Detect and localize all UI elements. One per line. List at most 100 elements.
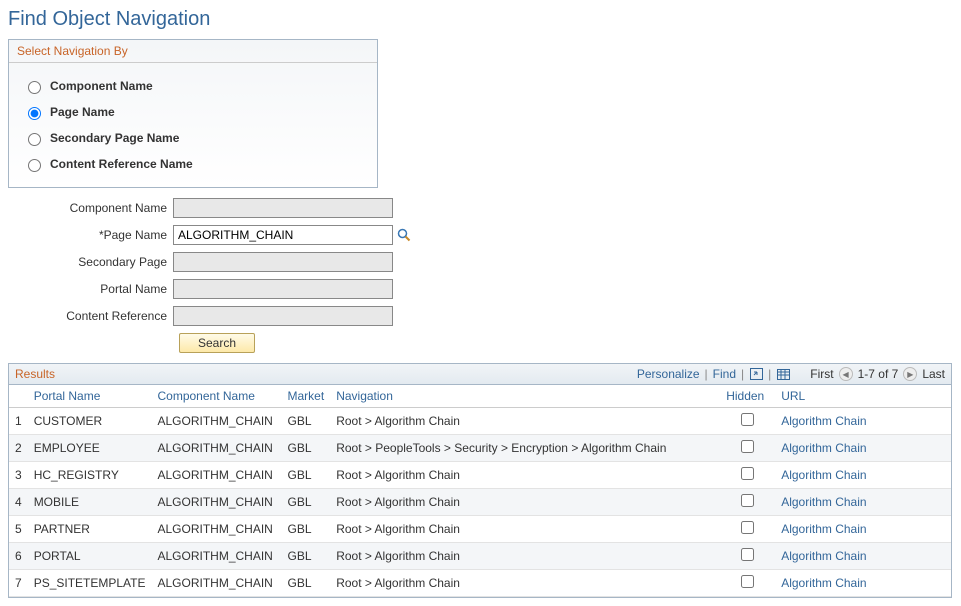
cell-navigation: Root > PeopleTools > Security > Encrypti…: [330, 435, 720, 462]
hidden-checkbox[interactable]: [741, 440, 754, 453]
prev-arrow-icon[interactable]: ◀: [839, 367, 853, 381]
cell-url: Algorithm Chain: [775, 408, 951, 435]
cell-portal: PARTNER: [28, 516, 152, 543]
secondary-page-input[interactable]: [173, 252, 393, 272]
col-navigation-header[interactable]: Navigation: [336, 389, 393, 403]
table-row: 7PS_SITETEMPLATEALGORITHM_CHAINGBLRoot >…: [9, 570, 951, 597]
nav-by-radio-cref[interactable]: [28, 159, 41, 172]
sep: |: [741, 367, 744, 381]
cell-hidden: [720, 489, 775, 516]
col-url-header[interactable]: URL: [781, 389, 805, 403]
cell-hidden: [720, 435, 775, 462]
results-toolbar: Personalize | Find | | First ◀ 1-7 of 7 …: [637, 367, 945, 381]
cell-navigation: Root > Algorithm Chain: [330, 516, 720, 543]
nav-by-label-page: Page Name: [50, 105, 115, 119]
cell-component: ALGORITHM_CHAIN: [152, 516, 282, 543]
cell-component: ALGORITHM_CHAIN: [152, 435, 282, 462]
portal-name-input[interactable]: [173, 279, 393, 299]
hidden-checkbox[interactable]: [741, 467, 754, 480]
cell-portal: CUSTOMER: [28, 408, 152, 435]
cell-navigation: Root > Algorithm Chain: [330, 462, 720, 489]
nav-by-option-cref: Content Reference Name: [23, 151, 363, 177]
row-index: 4: [9, 489, 28, 516]
table-row: 3HC_REGISTRYALGORITHM_CHAINGBLRoot > Alg…: [9, 462, 951, 489]
nav-by-radio-secondary[interactable]: [28, 133, 41, 146]
cell-market: GBL: [282, 435, 331, 462]
nav-by-radio-component[interactable]: [28, 81, 41, 94]
col-hidden-header[interactable]: Hidden: [726, 389, 764, 403]
cell-component: ALGORITHM_CHAIN: [152, 462, 282, 489]
row-index: 7: [9, 570, 28, 597]
hidden-checkbox[interactable]: [741, 494, 754, 507]
personalize-link[interactable]: Personalize: [637, 367, 700, 381]
cell-hidden: [720, 462, 775, 489]
first-link[interactable]: First: [810, 367, 833, 381]
url-link[interactable]: Algorithm Chain: [781, 468, 866, 482]
col-component-header[interactable]: Component Name: [158, 389, 255, 403]
cell-url: Algorithm Chain: [775, 462, 951, 489]
cell-market: GBL: [282, 543, 331, 570]
page-title: Find Object Navigation: [8, 8, 953, 31]
hidden-checkbox[interactable]: [741, 413, 754, 426]
portal-name-label: Portal Name: [8, 282, 173, 296]
next-arrow-icon[interactable]: ▶: [903, 367, 917, 381]
nav-by-option-component: Component Name: [23, 73, 363, 99]
cell-hidden: [720, 543, 775, 570]
url-link[interactable]: Algorithm Chain: [781, 495, 866, 509]
hidden-checkbox[interactable]: [741, 521, 754, 534]
cell-url: Algorithm Chain: [775, 489, 951, 516]
secondary-page-label: Secondary Page: [8, 255, 173, 269]
cell-component: ALGORITHM_CHAIN: [152, 489, 282, 516]
row-index: 5: [9, 516, 28, 543]
nav-by-option-secondary: Secondary Page Name: [23, 125, 363, 151]
cell-component: ALGORITHM_CHAIN: [152, 408, 282, 435]
nav-by-groupbox: Select Navigation By Component Name Page …: [8, 39, 378, 188]
sep: |: [768, 367, 771, 381]
row-index: 6: [9, 543, 28, 570]
url-link[interactable]: Algorithm Chain: [781, 549, 866, 563]
row-index: 1: [9, 408, 28, 435]
cell-hidden: [720, 570, 775, 597]
search-button[interactable]: Search: [179, 333, 255, 353]
content-reference-input[interactable]: [173, 306, 393, 326]
url-link[interactable]: Algorithm Chain: [781, 576, 866, 590]
search-form: Component Name *Page Name Secondary Page…: [8, 198, 953, 353]
nav-by-label-secondary: Secondary Page Name: [50, 131, 179, 145]
nav-by-radio-page[interactable]: [28, 107, 41, 120]
cell-url: Algorithm Chain: [775, 543, 951, 570]
row-index: 2: [9, 435, 28, 462]
cell-navigation: Root > Algorithm Chain: [330, 408, 720, 435]
nav-by-legend: Select Navigation By: [9, 40, 377, 63]
cell-portal: HC_REGISTRY: [28, 462, 152, 489]
cell-navigation: Root > Algorithm Chain: [330, 489, 720, 516]
url-link[interactable]: Algorithm Chain: [781, 522, 866, 536]
table-row: 4MOBILEALGORITHM_CHAINGBLRoot > Algorith…: [9, 489, 951, 516]
cell-component: ALGORITHM_CHAIN: [152, 570, 282, 597]
cell-market: GBL: [282, 462, 331, 489]
col-portal-header[interactable]: Portal Name: [34, 389, 101, 403]
grid-icon[interactable]: [776, 368, 790, 380]
page-name-label: *Page Name: [8, 228, 173, 242]
sep: |: [705, 367, 708, 381]
url-link[interactable]: Algorithm Chain: [781, 441, 866, 455]
range-text: 1-7 of 7: [858, 367, 899, 381]
cell-component: ALGORITHM_CHAIN: [152, 543, 282, 570]
cell-portal: MOBILE: [28, 489, 152, 516]
url-link[interactable]: Algorithm Chain: [781, 414, 866, 428]
cell-hidden: [720, 408, 775, 435]
last-link[interactable]: Last: [922, 367, 945, 381]
cell-url: Algorithm Chain: [775, 570, 951, 597]
cell-url: Algorithm Chain: [775, 435, 951, 462]
col-market-header[interactable]: Market: [288, 389, 325, 403]
hidden-checkbox[interactable]: [741, 548, 754, 561]
page-name-input[interactable]: [173, 225, 393, 245]
find-link[interactable]: Find: [713, 367, 736, 381]
lookup-icon[interactable]: [397, 228, 411, 242]
zoom-icon[interactable]: [749, 368, 763, 380]
component-name-input[interactable]: [173, 198, 393, 218]
hidden-checkbox[interactable]: [741, 575, 754, 588]
results-table: Portal Name Component Name Market Naviga…: [9, 385, 951, 597]
table-row: 6PORTALALGORITHM_CHAINGBLRoot > Algorith…: [9, 543, 951, 570]
cell-navigation: Root > Algorithm Chain: [330, 543, 720, 570]
component-name-label: Component Name: [8, 201, 173, 215]
